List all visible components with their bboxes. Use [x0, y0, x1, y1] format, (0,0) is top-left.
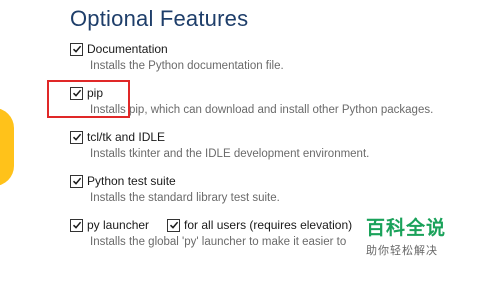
tcltk-idle-label[interactable]: tcl/tk and IDLE: [87, 130, 165, 144]
red-highlight-annotation: [47, 80, 130, 118]
page-title: Optional Features: [70, 6, 249, 31]
feature-documentation: Documentation Installs the Python docume…: [70, 40, 490, 72]
checkmark-icon: [72, 177, 81, 185]
tcltk-idle-checkbox[interactable]: [70, 130, 83, 144]
feature-pip: pip Installs pip, which can download and…: [70, 84, 490, 116]
all-users-checkbox[interactable]: [167, 218, 181, 232]
tcltk-idle-description: Installs tkinter and the IDLE developmen…: [90, 148, 370, 160]
watermark-subtitle: 助你轻松解决: [366, 245, 438, 257]
feature-py-launcher: py launcher for all users (requires elev…: [70, 216, 360, 248]
all-users-label[interactable]: for all users (requires elevation): [184, 218, 352, 232]
watermark-logo: 百科全说 助你轻松解决: [366, 213, 456, 258]
feature-tcltk-idle: tcl/tk and IDLE Installs tkinter and the…: [70, 128, 490, 160]
documentation-label[interactable]: Documentation: [87, 42, 168, 56]
checkmark-icon: [72, 133, 81, 141]
documentation-checkbox[interactable]: [70, 42, 83, 56]
pip-description: Installs pip, which can download and ins…: [90, 104, 434, 116]
test-suite-checkbox[interactable]: [70, 174, 83, 188]
py-launcher-checkbox[interactable]: [70, 218, 83, 232]
checkmark-icon: [72, 45, 81, 53]
documentation-description: Installs the Python documentation file.: [90, 60, 284, 72]
feature-test-suite: Python test suite Installs the standard …: [70, 172, 490, 204]
py-launcher-label[interactable]: py launcher: [87, 218, 149, 232]
decorative-yellow-shape: [0, 108, 14, 186]
checkmark-icon: [72, 221, 81, 229]
py-launcher-description: Installs the global 'py' launcher to mak…: [90, 236, 347, 248]
checkmark-icon: [169, 221, 178, 229]
watermark-title: 百科全说: [366, 218, 447, 239]
test-suite-label[interactable]: Python test suite: [87, 174, 176, 188]
test-suite-description: Installs the standard library test suite…: [90, 192, 280, 204]
